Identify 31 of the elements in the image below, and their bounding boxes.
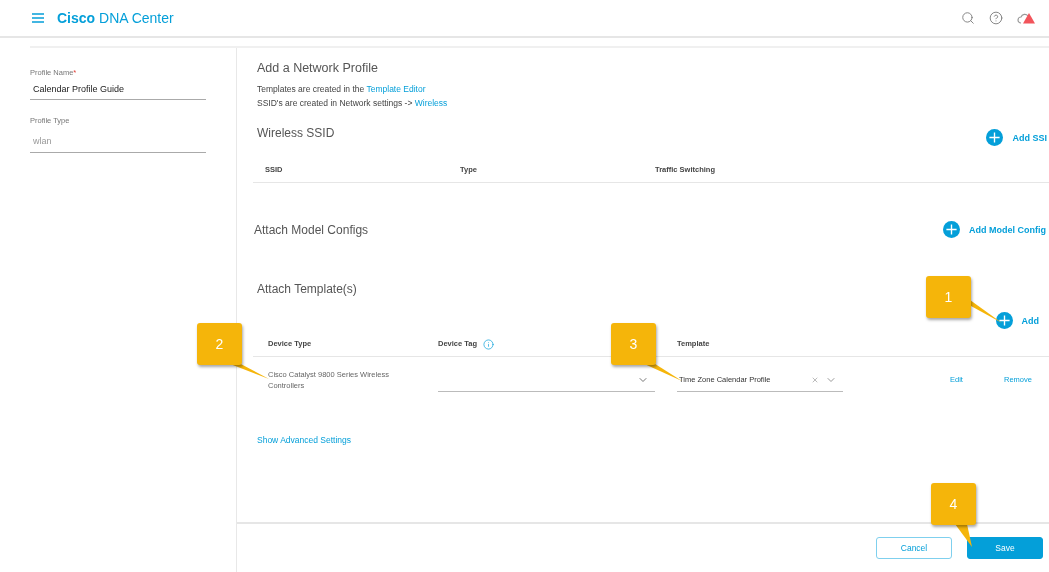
menu-icon[interactable]: [32, 13, 44, 23]
info-text: SSID's are created in Network settings -> Wireless: [257, 97, 449, 110]
app-title: Cisco DNA Center: [57, 10, 174, 26]
text-link[interactable]: Wireless: [414, 98, 448, 108]
text-field: wlan: [30, 134, 206, 153]
advanced-settings-link[interactable]: Show Advanced Settings: [257, 434, 352, 446]
add-model-config-button[interactable]: Add Model Config: [943, 221, 1046, 238]
plus-icon: [943, 221, 960, 238]
section-title: Wireless SSID: [257, 124, 335, 141]
plus-icon: [986, 129, 1004, 146]
add-ssid-button[interactable]: Add SSI: [986, 129, 1047, 146]
text-field[interactable]: Calendar Profile Guide: [30, 82, 206, 100]
clear-icon[interactable]: [811, 375, 819, 384]
page-title: Add a Network Profile: [257, 60, 379, 76]
callout-badge: 3: [611, 323, 656, 365]
callout-pointer: [955, 524, 973, 548]
save-button[interactable]: Save: [967, 537, 1043, 559]
help-icon[interactable]: [989, 11, 1003, 25]
callout-badge: 2: [197, 323, 242, 365]
info-text: Templates are created in the Template Editor: [257, 83, 427, 96]
info-icon[interactable]: [483, 338, 495, 350]
cancel-button[interactable]: Cancel: [876, 537, 952, 559]
section-title: Attach Template(s): [257, 281, 357, 297]
callout-badge: 1: [926, 276, 971, 318]
add-template-button[interactable]: Add: [995, 312, 1039, 329]
text-link[interactable]: Template Editor: [366, 84, 426, 94]
callout-badge: 4: [931, 483, 976, 525]
cloud-warning-icon[interactable]: [1017, 12, 1035, 24]
search-icon[interactable]: [961, 11, 975, 25]
plus-icon: [995, 312, 1013, 329]
section-title: Attach Model Configs: [254, 221, 369, 238]
